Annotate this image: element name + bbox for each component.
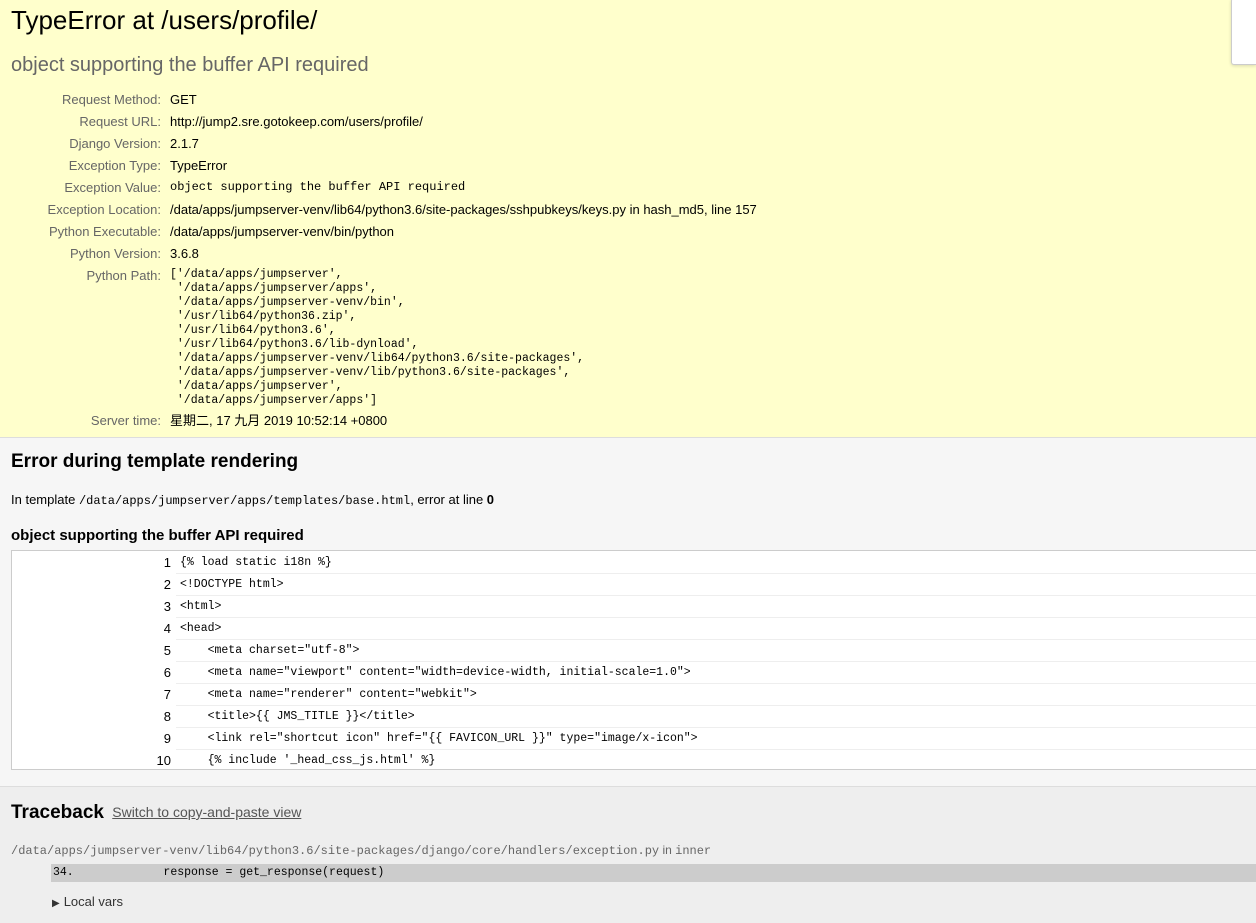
meta-row-server-time: Server time: 星期二, 17 九月 2019 10:52:14 +08… (11, 408, 757, 432)
line-number: 5 (163, 643, 171, 658)
meta-label: Python Executable: (48, 224, 161, 239)
local-vars-toggle[interactable]: ▶ Local vars (52, 894, 1256, 912)
request-meta-table: Request Method: GET Request URL: http://jum… (11, 89, 757, 432)
meta-value: 2.1.7 (170, 136, 199, 151)
template-error-message: object supporting the buffer API require… (11, 527, 304, 544)
source-line: 10 {% include '_head_css_js.html' %} (12, 750, 1256, 772)
meta-row: Exception Type: TypeError (11, 155, 757, 177)
template-location: In template /data/apps/jumpserver/apps/t… (11, 492, 495, 508)
line-code: <link rel="shortcut icon" href="{{ FAVIC… (176, 728, 1256, 750)
meta-value: /data/apps/jumpserver-venv/lib64/python3… (170, 202, 757, 217)
line-code: <meta name="viewport" content="width=dev… (176, 662, 1256, 684)
meta-row: Request URL: http://jump2.sre.gotokeep.co… (11, 111, 757, 133)
meta-row: Exception Location: /data/apps/jumpserver… (11, 199, 757, 221)
line-number: 3 (163, 599, 171, 614)
frame-context-line[interactable]: 34. response = get_response(request) (51, 864, 1256, 882)
meta-label: Django Version: (69, 136, 161, 151)
meta-value: /data/apps/jumpserver-venv/bin/python (170, 224, 395, 239)
source-line: 4 <head> (12, 618, 1256, 640)
meta-value: TypeError (170, 158, 228, 173)
meta-row-python-path: Python Path: ['/data/apps/jumpserver', '/… (11, 265, 757, 408)
line-number: 2 (163, 577, 171, 592)
line-code: <html> (176, 596, 1256, 618)
source-line: 3 <html> (12, 596, 1256, 618)
line-number: 8 (163, 709, 171, 724)
line-number: 7 (163, 687, 171, 702)
template-error-section: Error during template rendering In templ… (0, 438, 1256, 787)
line-number: 4 (163, 621, 171, 636)
source-line: 9 <link rel="shortcut icon" href="{{ FAV… (12, 728, 1256, 750)
meta-label: Exception Value: (64, 180, 161, 195)
meta-label: Exception Type: (68, 158, 161, 173)
template-source: 1 {% load static i18n %} 2 <!DOCTYPE html> 3… (11, 550, 1256, 770)
frame-function: inner (675, 844, 712, 858)
exception-message: object supporting the buffer API require… (11, 54, 369, 76)
line-code: <meta name="renderer" content="webkit"> (176, 684, 1256, 706)
meta-label: Server time: (90, 413, 161, 428)
template-path: /data/apps/jumpserver/apps/templates/bas… (78, 494, 411, 508)
source-line: 6 <meta name="viewport" content="width=d… (12, 662, 1256, 684)
source-line: 7 <meta name="renderer" content="webkit"… (12, 684, 1256, 706)
line-number: 9 (163, 731, 171, 746)
source-line: 5 <meta charset="utf-8"> (12, 640, 1256, 662)
line-code: {% load static i18n %} (176, 552, 1256, 574)
line-code: <head> (176, 618, 1256, 640)
python-path-value: ['/data/apps/jumpserver', '/data/apps/ju… (170, 268, 585, 407)
page-title: TypeError at /users/profile/ (11, 5, 318, 35)
meta-row: Python Version: 3.6.8 (11, 243, 757, 265)
error-summary: TypeError at /users/profile/ object supp… (0, 0, 1256, 438)
meta-label: Request URL: (79, 114, 161, 129)
traceback-section: Traceback Switch to copy-and-paste view … (0, 787, 1256, 912)
meta-row: Python Executable: /data/apps/jumpserver-… (11, 221, 757, 243)
template-error-heading: Error during template rendering (11, 451, 299, 472)
line-code: <meta charset="utf-8"> (176, 640, 1256, 662)
switch-to-copy-paste-link[interactable]: Switch to copy-and-paste view (112, 804, 301, 820)
meta-value: object supporting the buffer API require… (170, 180, 466, 194)
line-code: {% include '_head_css_js.html' %} (180, 754, 436, 767)
triangle-right-icon: ▶ (52, 898, 60, 909)
meta-value: GET (170, 92, 197, 107)
line-number: 10 (156, 753, 171, 768)
meta-label: Request Method: (61, 92, 161, 107)
line-number: 1 (163, 555, 171, 570)
meta-value: 3.6.8 (170, 246, 199, 261)
meta-value: http://jump2.sre.gotokeep.com/users/prof… (170, 114, 423, 129)
source-line: 1 {% load static i18n %} (12, 552, 1256, 574)
source-line: 8 <title>{{ JMS_TITLE }}</title> (12, 706, 1256, 728)
server-time-value: 星期二, 17 九月 2019 10:52:14 +0800 (170, 413, 388, 428)
meta-label: Exception Location: (47, 202, 161, 217)
traceback-heading: Traceback Switch to copy-and-paste view (11, 802, 302, 823)
line-number: 6 (163, 665, 171, 680)
template-error-line: 0 (486, 492, 495, 507)
meta-label: Python Path: (86, 268, 161, 283)
frame-filename: /data/apps/jumpserver-venv/lib64/python3… (11, 844, 660, 858)
frame-file: /data/apps/jumpserver-venv/lib64/python3… (11, 843, 712, 858)
meta-label: Python Version: (69, 246, 161, 261)
meta-row: Request Method: GET (11, 89, 757, 111)
line-code: <title>{{ JMS_TITLE }}</title> (176, 706, 1256, 728)
meta-row: Django Version: 2.1.7 (11, 133, 757, 155)
meta-row: Exception Value: object supporting the bu… (11, 177, 757, 199)
source-line: 2 <!DOCTYPE html> (12, 574, 1256, 596)
corner-popup[interactable] (1231, 0, 1256, 65)
line-code: <!DOCTYPE html> (176, 574, 1256, 596)
